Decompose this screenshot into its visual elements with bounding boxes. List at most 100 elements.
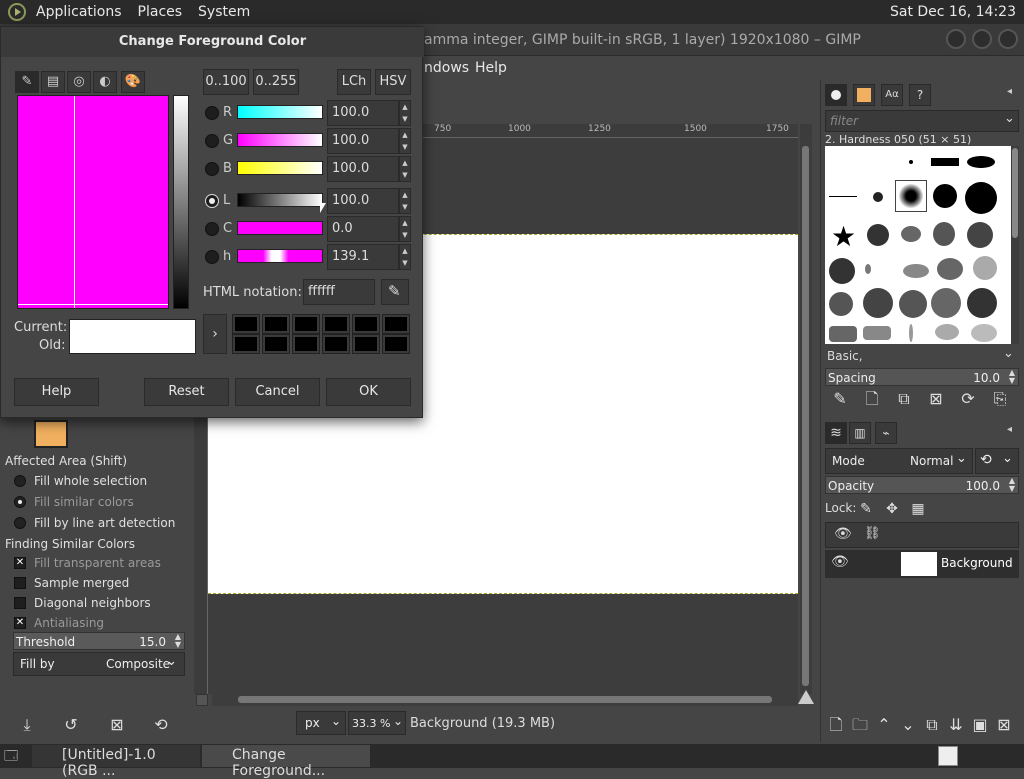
scroll-thumb[interactable] — [802, 146, 809, 686]
channels-tab-icon[interactable]: ▥ — [849, 422, 871, 444]
brush-filter-input[interactable]: filter ⌄ — [825, 110, 1019, 132]
menu-windows[interactable]: ndows — [424, 60, 469, 76]
new-group-icon[interactable]: 🗀 — [849, 714, 871, 736]
history-swatch[interactable] — [352, 314, 380, 334]
palette-selector-icon[interactable]: 🎨 — [121, 71, 145, 93]
paths-tab-icon[interactable]: ⌁ — [875, 422, 897, 444]
lch-button[interactable]: LCh — [337, 69, 371, 95]
show-desktop-icon[interactable]: 🗔 — [4, 747, 18, 769]
brushes-tab-icon[interactable] — [825, 84, 847, 106]
diagonal-neighbors-checkbox[interactable]: Diagonal neighbors — [14, 596, 151, 610]
lock-alpha-icon[interactable]: ▦ — [907, 498, 929, 520]
visibility-icon[interactable]: 👁 — [831, 554, 849, 570]
history-swatch[interactable] — [352, 334, 380, 354]
mask-layer-icon[interactable]: ▣ — [969, 714, 991, 736]
raise-layer-icon[interactable]: ⌃ — [873, 714, 895, 736]
system-menu[interactable]: System — [198, 4, 250, 20]
fill-line-art-radio[interactable]: Fill by line art detection — [14, 516, 175, 530]
cmyk-selector-icon[interactable]: ▤ — [41, 71, 65, 93]
channel-slider[interactable] — [237, 133, 323, 147]
maximize-button[interactable] — [972, 29, 992, 49]
spacing-spinner[interactable]: Spacing 10.0 ▲ ▼ — [825, 368, 1019, 386]
history-swatch[interactable] — [292, 314, 320, 334]
channel-slider[interactable] — [237, 221, 323, 235]
spin-arrows-icon[interactable]: ▲ ▼ — [399, 244, 411, 270]
cancel-button[interactable]: Cancel — [235, 378, 320, 406]
unit-select[interactable]: px ⌄ — [296, 711, 346, 735]
color-picker-button[interactable]: ✎ — [381, 279, 409, 305]
history-swatch[interactable] — [232, 334, 260, 354]
brush-grid[interactable]: ★ — [825, 146, 1011, 344]
antialiasing-checkbox[interactable]: ✕ Antialiasing — [14, 616, 104, 630]
range-0-100-button[interactable]: 0..100 — [203, 69, 249, 95]
fill-pattern-swatch[interactable] — [34, 420, 68, 448]
add-to-history-button[interactable]: › — [203, 314, 227, 354]
threshold-spinner[interactable]: Threshold 15.0 ▲ ▼ — [13, 632, 185, 650]
spin-arrows-icon[interactable]: ▲ ▼ — [399, 156, 411, 182]
history-swatch[interactable] — [262, 314, 290, 334]
history-swatch[interactable] — [322, 334, 350, 354]
app-menu-icon[interactable] — [8, 3, 26, 21]
taskbar-item-gimp[interactable]: [Untitled]-1.0 (RGB ... — [32, 745, 200, 779]
html-notation-input[interactable]: ffffff — [303, 279, 375, 305]
vertical-scrollbar[interactable] — [800, 138, 812, 694]
fill-transparent-checkbox[interactable]: ✕ Fill transparent areas — [14, 556, 161, 570]
reset-button[interactable]: Reset — [144, 378, 229, 406]
lock-pixels-icon[interactable]: ✎ — [855, 498, 877, 520]
channel-radio[interactable] — [205, 194, 219, 208]
menu-help[interactable]: Help — [475, 60, 507, 76]
restore-options-icon[interactable]: ↺ — [60, 714, 82, 736]
lower-layer-icon[interactable]: ⌄ — [897, 714, 919, 736]
navigate-icon[interactable] — [800, 124, 812, 138]
merge-layer-icon[interactable]: ⇊ — [945, 714, 967, 736]
fonts-tab-icon[interactable]: Aα — [881, 84, 903, 106]
horizontal-scrollbar[interactable] — [212, 694, 798, 706]
range-0-255-button[interactable]: 0..255 — [253, 69, 299, 95]
color-square[interactable] — [17, 95, 169, 309]
fill-whole-radio[interactable]: Fill whole selection — [14, 474, 147, 488]
applications-menu[interactable]: Applications — [36, 4, 122, 20]
duplicate-brush-icon[interactable]: ⧉ — [893, 388, 915, 410]
help-tab-icon[interactable]: ? — [909, 84, 931, 106]
channel-radio[interactable] — [205, 250, 219, 264]
dock-menu-icon[interactable]: ◂ — [1007, 424, 1012, 435]
channel-radio[interactable] — [205, 162, 219, 176]
history-swatch[interactable] — [262, 334, 290, 354]
minimize-button[interactable] — [946, 29, 966, 49]
color-strip-slider[interactable] — [173, 95, 189, 309]
current-old-swatch[interactable] — [69, 319, 196, 354]
close-button[interactable] — [998, 29, 1018, 49]
zoom-select[interactable]: 33.3 % ⌄ — [348, 711, 406, 735]
channel-slider[interactable] — [237, 249, 323, 263]
fill-by-select[interactable]: Fill by Composite ⌄ — [13, 652, 185, 676]
fill-similar-radio[interactable]: Fill similar colors — [14, 495, 134, 509]
channel-radio[interactable] — [205, 134, 219, 148]
channel-radio[interactable] — [205, 222, 219, 236]
history-swatch[interactable] — [292, 334, 320, 354]
edit-brush-icon[interactable]: ✎ — [829, 388, 851, 410]
new-brush-icon[interactable]: 🗋 — [861, 388, 883, 410]
delete-options-icon[interactable]: ⊠ — [106, 714, 128, 736]
patterns-tab-icon[interactable] — [853, 84, 875, 106]
reset-options-icon[interactable]: ⟲ — [150, 714, 172, 736]
ok-button[interactable]: OK — [326, 378, 411, 406]
clock[interactable]: Sat Dec 16, 14:23 — [890, 4, 1016, 20]
spin-arrows-icon[interactable]: ▲ ▼ — [399, 128, 411, 154]
workspace-switcher-icon[interactable] — [938, 746, 958, 766]
zoom-fit-icon[interactable] — [798, 690, 814, 704]
opacity-spinner[interactable]: Opacity 100.0 ▲ ▼ — [825, 476, 1019, 494]
channel-radio[interactable] — [205, 106, 219, 120]
triangle-selector-icon[interactable]: ◎ — [67, 71, 91, 93]
hsv-button[interactable]: HSV — [375, 69, 411, 95]
lock-position-icon[interactable]: ✥ — [881, 498, 903, 520]
history-swatch[interactable] — [322, 314, 350, 334]
layer-mode-select[interactable]: Mode Normal ⌄ — [825, 448, 973, 474]
quick-mask-icon[interactable] — [196, 694, 208, 706]
taskbar-item-dialog[interactable]: Change Foreground... — [202, 745, 370, 779]
wheel-selector-icon[interactable]: ◐ — [93, 71, 117, 93]
history-swatch[interactable] — [232, 314, 260, 334]
refresh-brushes-icon[interactable]: ⟳ — [957, 388, 979, 410]
spin-arrows-icon[interactable]: ▲ ▼ — [399, 188, 411, 214]
history-swatch[interactable] — [382, 334, 410, 354]
gimp-selector-icon[interactable]: ✎ — [15, 71, 39, 93]
